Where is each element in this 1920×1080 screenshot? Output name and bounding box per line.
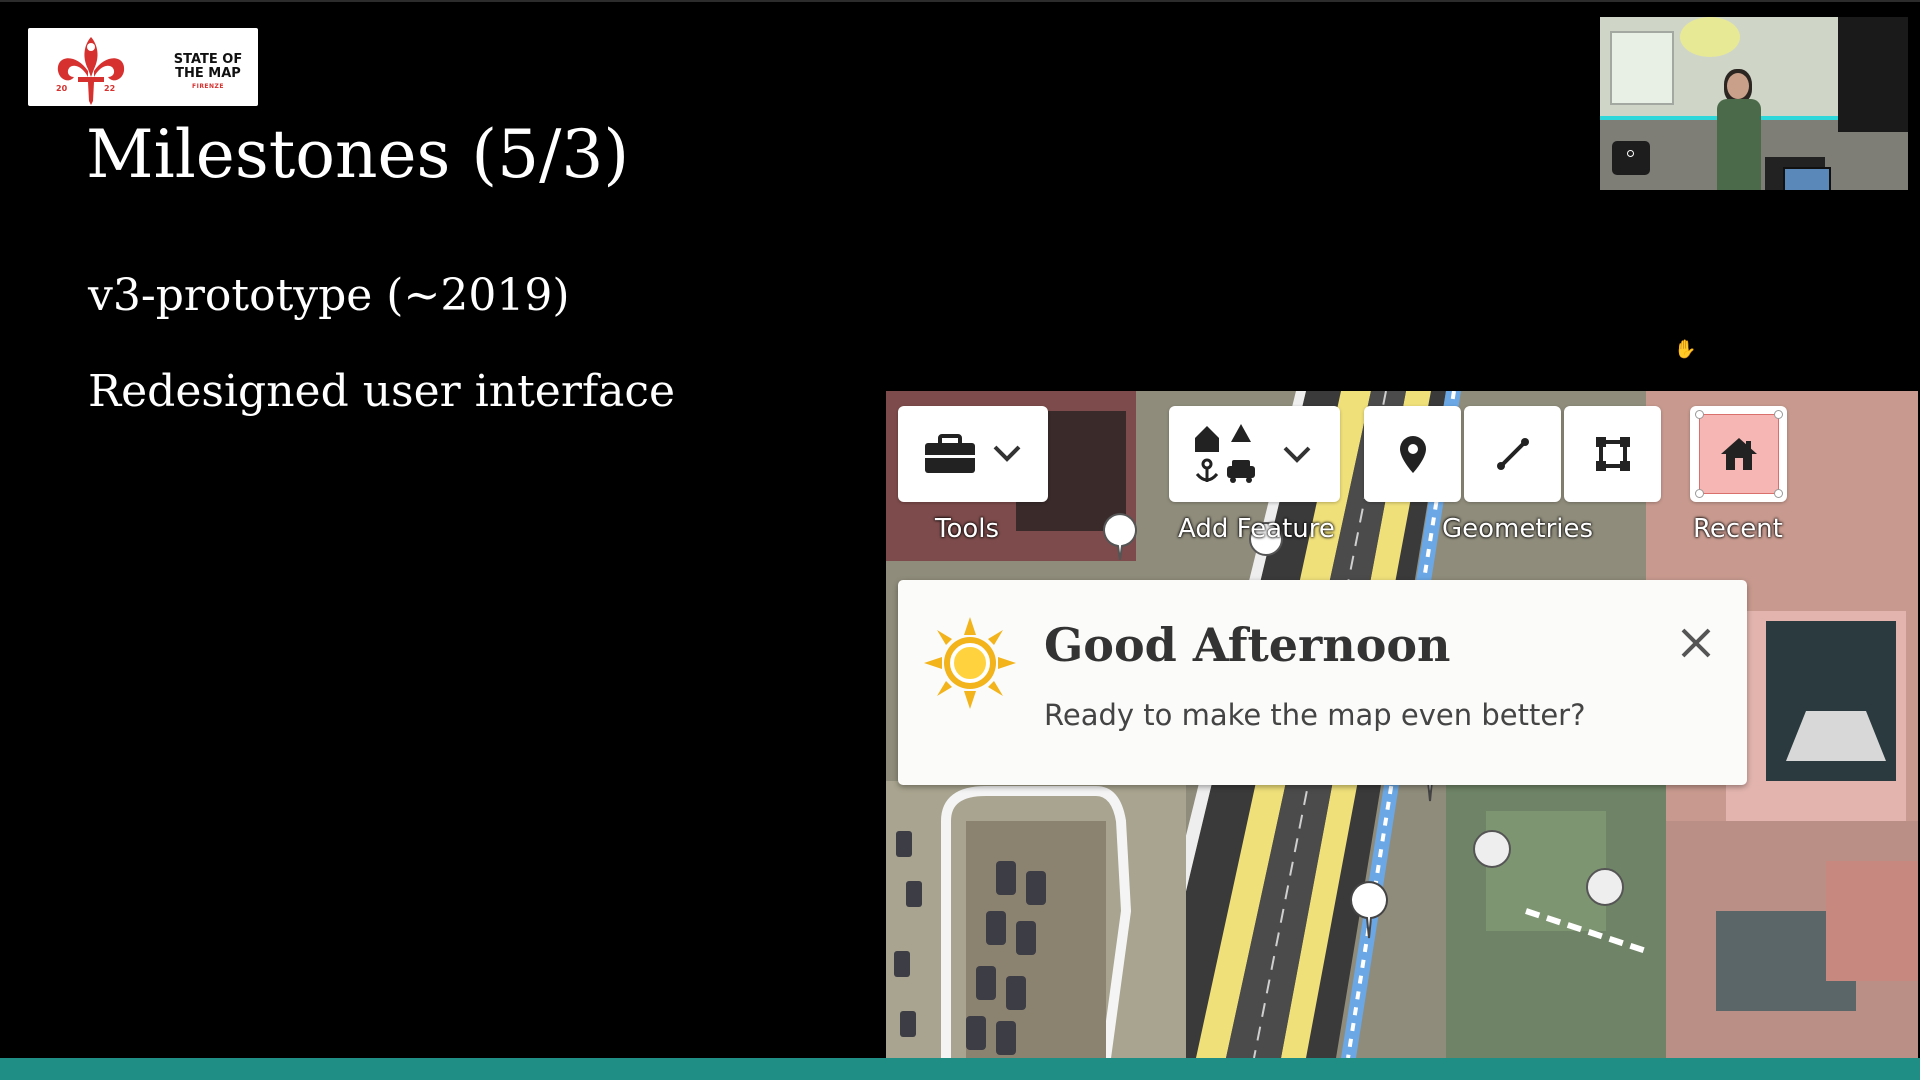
logo-city: FIRENZE: [191, 83, 225, 90]
point-geometry-button[interactable]: [1364, 406, 1461, 502]
speaker-figure: [1717, 99, 1761, 190]
fleur-de-lis-icon: [57, 37, 125, 105]
tools-button[interactable]: [898, 406, 1048, 502]
hand-cursor-icon: ✋: [1674, 339, 1697, 360]
chevron-down-icon: [1283, 446, 1310, 463]
add-feature-label: Add Feature: [1178, 514, 1335, 544]
app-screenshot: Tools Add Feature Geometries Recent Good…: [886, 391, 1918, 1058]
map-pin-icon: [1399, 436, 1426, 473]
welcome-message: Ready to make the map even better?: [1044, 698, 1586, 732]
geometries-label: Geometries: [1442, 514, 1594, 544]
slide-description: Redesigned user interface: [88, 366, 676, 417]
add-feature-button[interactable]: [1169, 406, 1340, 502]
bottom-accent-bar: [0, 1058, 1920, 1080]
logo-line1: STATE OF: [173, 52, 243, 67]
house-icon: [1720, 438, 1757, 470]
top-border: [0, 0, 1920, 2]
welcome-title: Good Afternoon: [1044, 618, 1451, 672]
logo-year-right: 22: [104, 84, 116, 93]
tools-label: Tools: [935, 514, 1000, 544]
feature-categories-icon: [1194, 424, 1255, 483]
logo-line2: THE MAP: [175, 66, 241, 81]
logo-wordmark: STATE OF THE MAP FIRENZE: [160, 52, 256, 91]
area-geometry-button[interactable]: [1564, 406, 1661, 502]
logo-year-left: 20: [56, 84, 68, 93]
slide-title: Milestones (5/3): [86, 116, 630, 193]
recent-area-preview: [1694, 410, 1783, 498]
recent-label: Recent: [1693, 514, 1783, 544]
state-of-the-map-logo: 20 22 STATE OF THE MAP FIRENZE: [28, 28, 258, 106]
close-icon[interactable]: [1679, 626, 1713, 660]
sun-icon: [924, 617, 1016, 709]
chevron-down-icon: [993, 445, 1021, 462]
welcome-card: Good Afternoon Ready to make the map eve…: [898, 580, 1747, 785]
area-icon: [1595, 437, 1630, 471]
recent-button[interactable]: [1690, 406, 1787, 502]
line-geometry-button[interactable]: [1464, 406, 1561, 502]
toolbox-icon: [925, 434, 975, 473]
microphone-icon: [1612, 141, 1650, 175]
line-icon: [1496, 438, 1529, 470]
slide-subtitle: v3-prototype (~2019): [88, 270, 570, 321]
speaker-video: [1600, 17, 1908, 190]
